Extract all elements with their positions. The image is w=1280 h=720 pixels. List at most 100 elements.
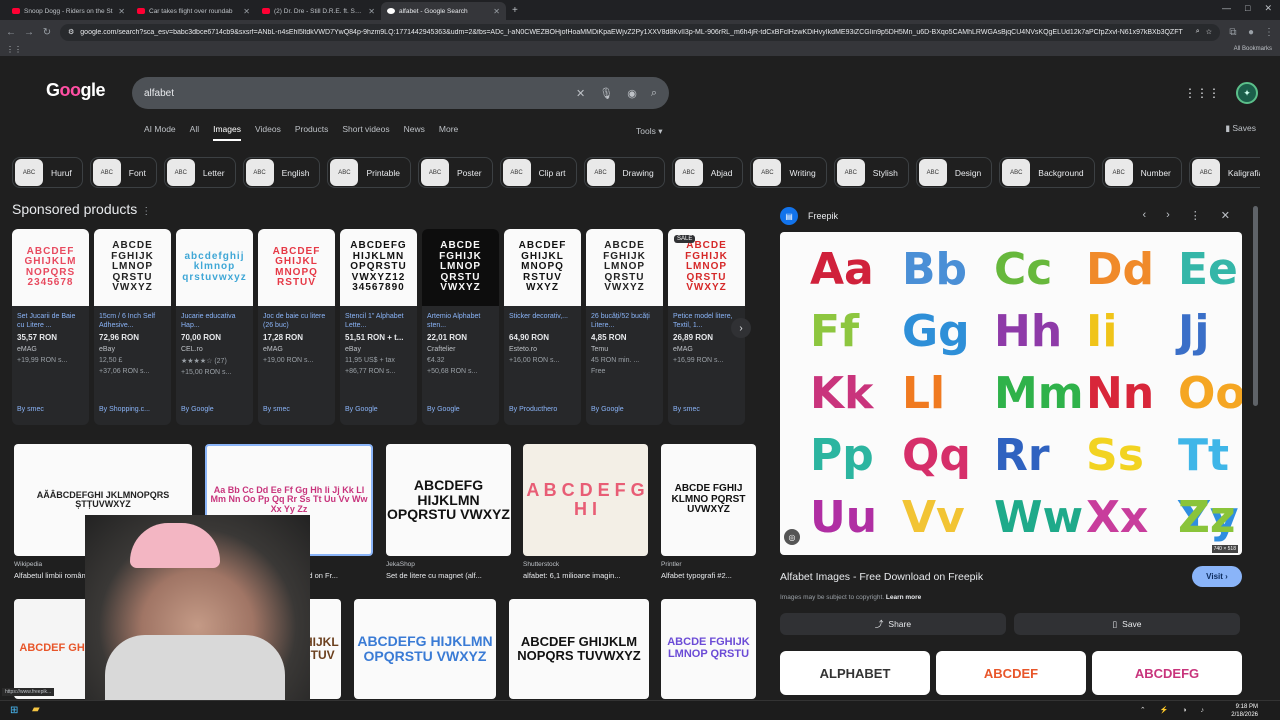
refinement-chip[interactable]: ABC Kaligrafia bbox=[1188, 157, 1260, 188]
product-title[interactable]: 26 bucăți/52 bucăți Litere... bbox=[586, 306, 663, 333]
url-text[interactable]: google.com/search?sca_esv=babc3dbce6714c… bbox=[80, 29, 1190, 36]
refinement-chip[interactable]: ABC Font bbox=[89, 157, 157, 188]
product-byline[interactable]: By smec bbox=[673, 406, 700, 413]
product-card[interactable]: ABCDEF GHIJKLM NOPQRS 2345678 Set Jucarii… bbox=[12, 229, 89, 425]
result-image[interactable]: ABCDE FGHIJK LMNOP QRSTU bbox=[661, 599, 756, 699]
refinement-chip[interactable]: ABC Stylish bbox=[833, 157, 909, 188]
search-tab[interactable]: All bbox=[190, 124, 199, 141]
product-byline[interactable]: By Google bbox=[427, 406, 460, 413]
bookmark-star-icon[interactable]: ☆ bbox=[1206, 28, 1212, 36]
result-image[interactable]: ABCDEF GHIJKLM NOPQRS TUVWXYZ bbox=[509, 599, 649, 699]
visit-button[interactable]: Visit › bbox=[1192, 566, 1242, 587]
close-window-icon[interactable]: ✕ bbox=[1264, 3, 1272, 14]
result-image[interactable]: A B C D E F G H I bbox=[523, 444, 648, 556]
refinement-chip[interactable]: ABC Abjad bbox=[671, 157, 744, 188]
next-icon[interactable]: › bbox=[1166, 209, 1170, 222]
related-image[interactable]: ALPHABET bbox=[780, 651, 930, 695]
refinement-chip[interactable]: ABC Drawing bbox=[583, 157, 665, 188]
tab-close-icon[interactable]: ✕ bbox=[243, 7, 250, 16]
result-source[interactable]: Printler bbox=[661, 561, 756, 568]
profile-icon[interactable]: ● bbox=[1246, 27, 1256, 38]
browser-tab[interactable]: alfabet - Google Search ✕ bbox=[381, 2, 506, 20]
search-input[interactable]: alfabet bbox=[144, 88, 562, 99]
refinement-chip[interactable]: ABC Letter bbox=[163, 157, 236, 188]
search-tab[interactable]: News bbox=[404, 124, 425, 141]
panel-title[interactable]: Alfabet Images - Free Download on Freepi… bbox=[780, 571, 983, 583]
product-title[interactable]: Artemio Alphabet sten... bbox=[422, 306, 499, 333]
browser-tab[interactable]: Car takes flight over roundab ✕ bbox=[131, 2, 256, 20]
search-tab[interactable]: Short videos bbox=[342, 124, 389, 141]
product-card[interactable]: ABCDEF GHIJKL MNOPQ RSTUV Joc de baie cu … bbox=[258, 229, 335, 425]
apps-grid-icon[interactable]: ⋮⋮ bbox=[6, 45, 22, 54]
refinement-chip[interactable]: ABC Writing bbox=[750, 157, 827, 188]
refinement-chip[interactable]: ABC Number bbox=[1101, 157, 1182, 188]
product-card[interactable]: ABCDE FGHIJK LMNOP QRSTU VWXYZ 26 bucăți/… bbox=[586, 229, 663, 425]
search-tab[interactable]: More bbox=[439, 124, 458, 141]
omnibox[interactable]: ⚙ google.com/search?sca_esv=babc3dbce671… bbox=[60, 23, 1220, 41]
product-title[interactable]: Jucarie educativa Hap... bbox=[176, 306, 253, 333]
product-image[interactable]: ABCDEFG HIJKLMN OPQRSTU VWXYZ12 34567890 bbox=[340, 229, 417, 306]
system-tray-icons[interactable]: ⌃ ⚡ ◑ ♪ bbox=[1140, 706, 1210, 714]
result-source[interactable]: Shutterstock bbox=[523, 561, 648, 568]
product-image[interactable]: ABCDE FGHIJK LMNOP QRSTU VWXYZ bbox=[422, 229, 499, 306]
all-bookmarks-link[interactable]: All Bookmarks bbox=[1234, 46, 1272, 52]
product-byline[interactable]: By smec bbox=[263, 406, 290, 413]
result-title[interactable]: Alfabet typografi #2... bbox=[661, 571, 756, 580]
maximize-icon[interactable]: □ bbox=[1245, 3, 1250, 14]
related-image[interactable]: ABCDEFG bbox=[1092, 651, 1242, 695]
refinement-chip[interactable]: ABC English bbox=[242, 157, 321, 188]
search-icon[interactable]: ⌕ bbox=[651, 87, 657, 100]
refinement-chip[interactable]: ABC Background bbox=[999, 157, 1095, 188]
panel-scrollbar[interactable] bbox=[1253, 206, 1258, 406]
windows-start-icon[interactable]: ⊞ bbox=[10, 705, 18, 716]
product-title[interactable]: Stencil 1" Alphabet Lette... bbox=[340, 306, 417, 333]
preview-image[interactable]: Aa Bb Cc Dd Ee Ff Gg Hh Ii Jj Kk Ll Mm Nn Oo Pp Qq Rr Ss Tt… bbox=[780, 232, 1246, 555]
result-image[interactable]: ABCDE FGHIJ KLMNO PQRST UVWXYZ bbox=[661, 444, 756, 556]
product-byline[interactable]: By Shopping.c... bbox=[99, 406, 150, 413]
prev-icon[interactable]: ‹ bbox=[1142, 209, 1146, 222]
product-image[interactable]: ABCDEF GHIJKL MNOPQ RSTUV WXYZ bbox=[504, 229, 581, 306]
taskbar-clock[interactable]: 9:18 PM 2/18/2026 bbox=[1231, 703, 1258, 719]
image-result[interactable]: ABCDEF GHIJKLM NOPQRS TUVWXYZ bbox=[509, 599, 649, 699]
refinement-chip[interactable]: ABC Printable bbox=[327, 157, 412, 188]
product-image[interactable]: ABCDE FGHIJK LMNOP QRSTU VWXYZ bbox=[94, 229, 171, 306]
reload-icon[interactable]: ↻ bbox=[42, 27, 52, 38]
search-tab[interactable]: Products bbox=[295, 124, 329, 141]
saves-button[interactable]: ▮ Saves bbox=[1225, 123, 1256, 134]
browser-tab[interactable]: (2) Dr. Dre - Still D.R.E. ft. Snoop ✕ bbox=[256, 2, 381, 20]
tab-close-icon[interactable]: ✕ bbox=[118, 7, 125, 16]
share-button[interactable]: ⤴ Share bbox=[780, 613, 1006, 635]
related-image[interactable]: ABCDEF bbox=[936, 651, 1086, 695]
product-card[interactable]: ABCDEF GHIJKL MNOPQ RSTUV WXYZ Sticker de… bbox=[504, 229, 581, 425]
back-icon[interactable]: ← bbox=[6, 27, 16, 38]
lens-search-icon[interactable]: ◎ bbox=[784, 529, 800, 545]
learn-more-link[interactable]: Learn more bbox=[886, 594, 921, 601]
image-result[interactable]: ABCDE FGHIJK LMNOP QRSTU bbox=[661, 599, 756, 699]
product-card[interactable]: ABCDE FGHIJK LMNOP QRSTU VWXYZ 15cm / 6 I… bbox=[94, 229, 171, 425]
panel-site-name[interactable]: Freepik bbox=[808, 211, 838, 221]
product-card[interactable]: abcdefghij klmnop qrstuvwxyz Jucarie educ… bbox=[176, 229, 253, 425]
google-apps-icon[interactable]: ⋮⋮⋮ bbox=[1184, 86, 1220, 100]
product-card[interactable]: ABCDE FGHIJK LMNOP QRSTU VWXYZ Artemio Al… bbox=[422, 229, 499, 425]
product-card[interactable]: ABCDEFG HIJKLMN OPQRSTU VWXYZ12 34567890… bbox=[340, 229, 417, 425]
product-byline[interactable]: By Producthero bbox=[509, 406, 557, 413]
product-byline[interactable]: By Google bbox=[181, 406, 214, 413]
tools-button[interactable]: Tools ▾ bbox=[636, 126, 662, 137]
product-title[interactable]: Set Jucarii de Baie cu Litere ... bbox=[12, 306, 89, 333]
zoom-icon[interactable]: ⌕ bbox=[1196, 28, 1200, 36]
image-result[interactable]: ABCDEFG HIJKLMN OPQRSTU VWXYZ JekaShop Set… bbox=[386, 444, 511, 580]
result-image[interactable]: ABCDEFG HIJKLMN OPQRSTU VWXYZ bbox=[386, 444, 511, 556]
browser-tab[interactable]: Snoop Dogg - Riders on the St ✕ bbox=[6, 2, 131, 20]
refinement-chip[interactable]: ABC Poster bbox=[418, 157, 493, 188]
image-result[interactable]: ABCDEFG HIJKLMN OPQRSTU VWXYZ bbox=[354, 599, 496, 699]
refinement-chip[interactable]: ABC Clip art bbox=[499, 157, 577, 188]
refinement-chip[interactable]: ABC Huruf bbox=[12, 157, 83, 188]
product-title[interactable]: Sticker decorativ,... bbox=[504, 306, 581, 333]
search-box[interactable]: alfabet ✕ 🎙 ◉ ⌕ bbox=[132, 77, 669, 109]
image-result[interactable]: A B C D E F G H I Shutterstock alfabet: 6,… bbox=[523, 444, 648, 580]
product-title[interactable]: 15cm / 6 Inch Self Adhesive... bbox=[94, 306, 171, 333]
image-result[interactable]: ABCDE FGHIJ KLMNO PQRST UVWXYZ Printler Al… bbox=[661, 444, 756, 580]
forward-icon[interactable]: → bbox=[24, 27, 34, 38]
product-byline[interactable]: By Google bbox=[591, 406, 624, 413]
microphone-icon[interactable]: 🎙 bbox=[599, 87, 613, 100]
